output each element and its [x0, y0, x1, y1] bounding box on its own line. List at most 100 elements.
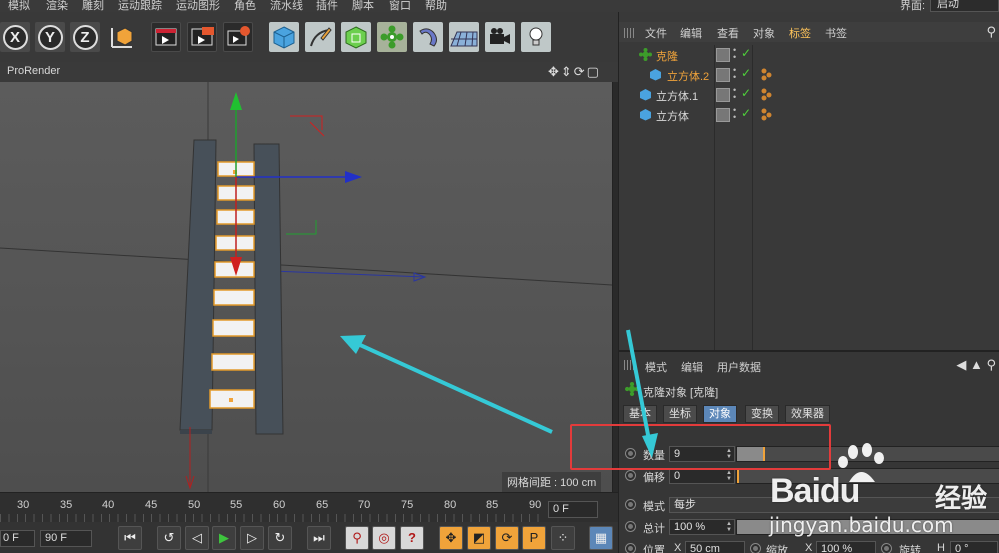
end-frame-field[interactable]: 90 F — [40, 530, 92, 547]
enabled-check-icon[interactable]: ✓ — [741, 46, 751, 60]
coordinate-system-button[interactable] — [106, 22, 136, 52]
point-level-button[interactable]: ⁘ — [551, 526, 575, 550]
menu-motion-tracking[interactable]: 运动跟踪 — [118, 0, 162, 12]
move-key-button[interactable]: ✥ — [439, 526, 463, 550]
tab-effectors[interactable]: 效果器 — [785, 405, 830, 423]
interface-select[interactable]: 启动 — [930, 0, 999, 12]
visibility-dots-icon[interactable]: • • — [733, 46, 736, 62]
om-menu-tags[interactable]: 标签 — [789, 25, 811, 41]
animate-radio[interactable] — [625, 499, 636, 510]
total-input[interactable]: 100 % ▲ ▼ — [669, 519, 735, 535]
object-row-cube-2[interactable]: 立方体.2 • • ✓ — [619, 65, 999, 85]
keyframe-selection-button[interactable]: ? — [400, 526, 424, 550]
menu-sculpt[interactable]: 雕刻 — [82, 0, 104, 12]
previous-frame-button[interactable]: ◁ — [185, 526, 209, 550]
render-settings-button[interactable] — [223, 22, 253, 52]
attr-menu-mode[interactable]: 模式 — [645, 359, 667, 375]
stepper-icon[interactable]: ▲ ▼ — [726, 521, 732, 533]
panel-grip-icon[interactable] — [624, 360, 634, 370]
floor-button[interactable] — [449, 22, 479, 52]
om-menu-view[interactable]: 查看 — [717, 25, 739, 41]
search-icon[interactable]: ⚲ — [986, 24, 996, 40]
om-menu-bookmarks[interactable]: 书签 — [825, 25, 847, 41]
main-toolbar: X Y Z — [0, 12, 618, 62]
visibility-dots-icon[interactable]: • • — [733, 86, 736, 102]
x-axis-lock-button[interactable]: X — [0, 22, 30, 52]
stepper-icon[interactable]: ▲ ▼ — [726, 470, 732, 482]
camera-button[interactable] — [485, 22, 515, 52]
timeline-ruler[interactable]: 30 35 40 45 50 55 60 65 70 75 80 85 90 0… — [0, 492, 618, 522]
attr-menu-edit[interactable]: 编辑 — [681, 359, 703, 375]
object-row-cube[interactable]: 立方体 • • ✓ — [619, 105, 999, 125]
animate-radio[interactable] — [625, 543, 636, 553]
animate-radio[interactable] — [625, 470, 636, 481]
animate-radio[interactable] — [625, 521, 636, 532]
y-axis-lock-button[interactable]: Y — [35, 22, 65, 52]
layer-swatch[interactable] — [716, 68, 730, 82]
rotate-key-button[interactable]: ⟳ — [495, 526, 519, 550]
enabled-check-icon[interactable]: ✓ — [741, 66, 751, 80]
tab-basic[interactable]: 基本 — [623, 405, 657, 423]
menu-simulate[interactable]: 模拟 — [8, 0, 30, 12]
material-tag-icon[interactable] — [759, 87, 773, 101]
previous-key-button[interactable]: ↺ — [157, 526, 181, 550]
current-frame-field[interactable]: 0 F — [548, 501, 598, 518]
viewport-nav-icons[interactable]: ✥⇕⟳▢ — [548, 64, 601, 80]
start-frame-field[interactable]: 0 F — [0, 530, 35, 547]
next-key-button[interactable]: ↻ — [268, 526, 292, 550]
scale-key-button[interactable]: ◩ — [467, 526, 491, 550]
menu-mograph[interactable]: 运动图形 — [176, 0, 220, 12]
subdivision-button[interactable] — [341, 22, 371, 52]
object-row-cube-1[interactable]: 立方体.1 • • ✓ — [619, 85, 999, 105]
menu-character[interactable]: 角色 — [234, 0, 256, 12]
offset-slider-handle[interactable] — [737, 469, 739, 483]
pen-button[interactable] — [305, 22, 335, 52]
render-view-button[interactable] — [151, 22, 181, 52]
camera-icon — [490, 28, 510, 44]
cloner-button[interactable] — [377, 22, 407, 52]
enabled-check-icon[interactable]: ✓ — [741, 106, 751, 120]
go-to-start-button[interactable]: ⏮ — [118, 526, 142, 550]
timeline-window-button[interactable]: ▦ — [589, 526, 613, 550]
render-picture-viewer-button[interactable] — [187, 22, 217, 52]
parameter-p-icon: P — [529, 530, 539, 545]
menu-plugins[interactable]: 插件 — [316, 0, 338, 12]
om-menu-file[interactable]: 文件 — [645, 25, 667, 41]
record-button[interactable]: ⚲ — [345, 526, 369, 550]
material-tag-icon[interactable] — [759, 67, 773, 81]
panel-grip-icon[interactable] — [624, 28, 634, 38]
tab-coordinates[interactable]: 坐标 — [663, 405, 697, 423]
attr-nav-icons[interactable]: ◀ ▲ ⚲ — [956, 357, 996, 373]
deformer-button[interactable] — [413, 22, 443, 52]
autokey-button[interactable]: ◎ — [372, 526, 396, 550]
enabled-check-icon[interactable]: ✓ — [741, 86, 751, 100]
menu-pipeline[interactable]: 流水线 — [270, 0, 303, 12]
layer-swatch[interactable] — [716, 48, 730, 62]
menu-script[interactable]: 脚本 — [352, 0, 374, 12]
layer-swatch[interactable] — [716, 88, 730, 102]
param-key-button[interactable]: P — [522, 526, 546, 550]
attr-menu-user-data[interactable]: 用户数据 — [717, 359, 761, 375]
viewport[interactable]: 网格间距 : 100 cm — [0, 82, 613, 492]
tab-object[interactable]: 对象 — [703, 405, 737, 423]
z-axis-lock-button[interactable]: Z — [70, 22, 100, 52]
om-menu-objects[interactable]: 对象 — [753, 25, 775, 41]
material-tag-icon[interactable] — [759, 107, 773, 121]
cube-button[interactable] — [269, 22, 299, 52]
menu-window[interactable]: 窗口 — [389, 0, 411, 12]
offset-input[interactable]: 0 ▲ ▼ — [669, 468, 735, 484]
play-button[interactable]: ▶ — [212, 526, 236, 550]
tab-transform[interactable]: 变换 — [745, 405, 779, 423]
om-menu-edit[interactable]: 编辑 — [680, 25, 702, 41]
next-frame-button[interactable]: ▷ — [240, 526, 264, 550]
visibility-dots-icon[interactable]: • • — [733, 106, 736, 122]
position-x-input[interactable]: 50 cm — [685, 541, 745, 553]
viewport-scene — [0, 82, 612, 492]
visibility-dots-icon[interactable]: • • — [733, 66, 736, 82]
menu-help[interactable]: 帮助 — [425, 0, 447, 12]
layer-swatch[interactable] — [716, 108, 730, 122]
go-to-end-button[interactable]: ⏭ — [307, 526, 331, 550]
object-row-cloner[interactable]: 克隆 • • ✓ — [619, 45, 999, 65]
menu-render[interactable]: 渲染 — [46, 0, 68, 12]
light-button[interactable] — [521, 22, 551, 52]
